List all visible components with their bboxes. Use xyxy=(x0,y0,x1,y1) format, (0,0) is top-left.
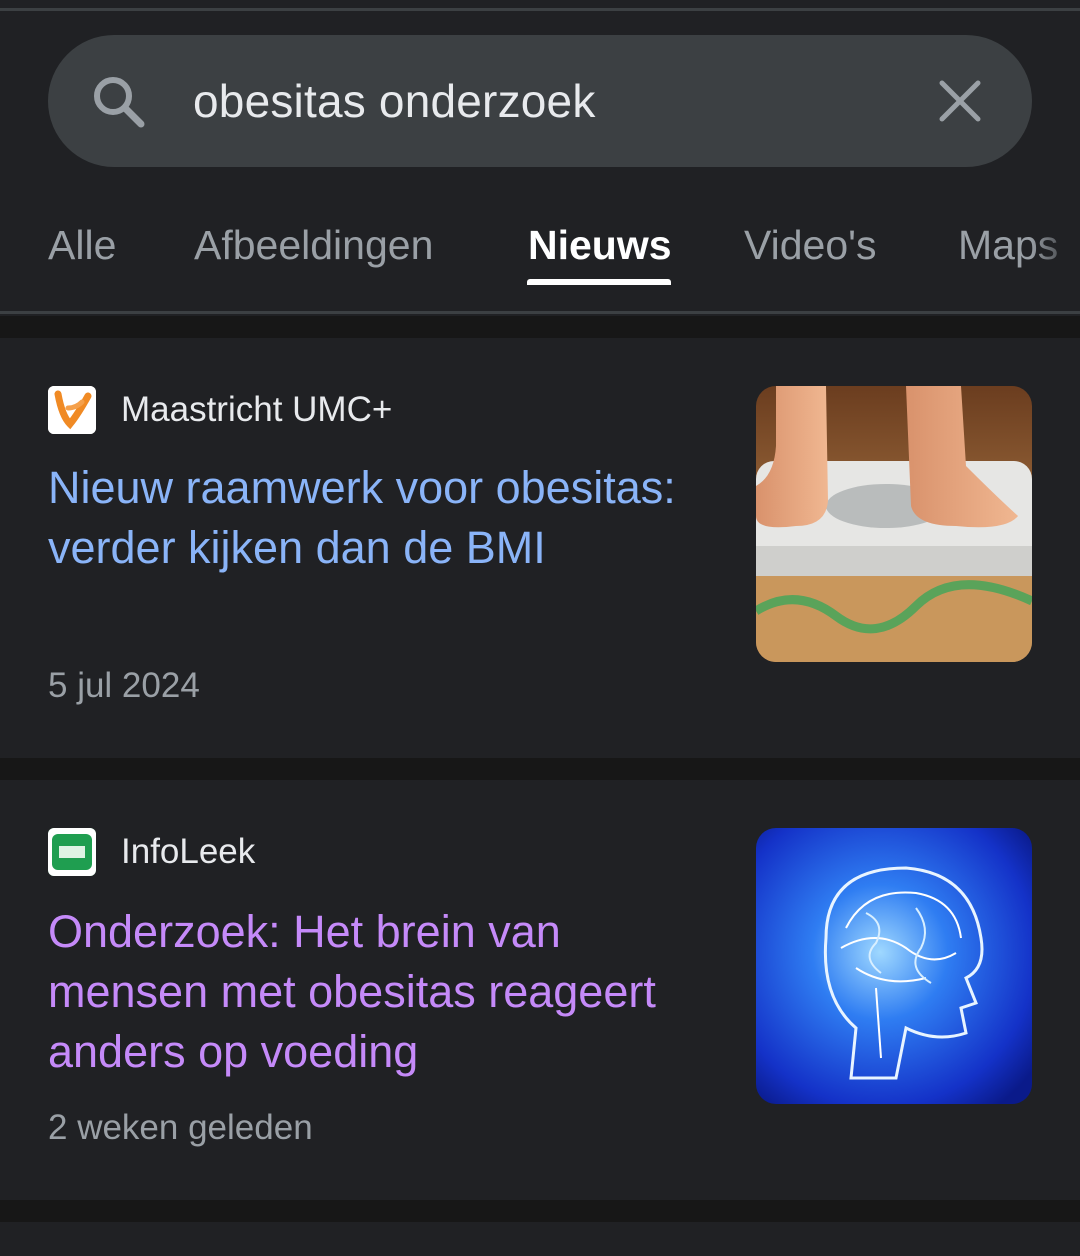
search-input[interactable]: obesitas onderzoek xyxy=(193,72,596,130)
tab-alle[interactable]: Alle xyxy=(48,220,116,270)
tab-nieuws[interactable]: Nieuws xyxy=(528,220,672,270)
infoleek-logo xyxy=(48,828,96,876)
result-thumbnail-brain[interactable] xyxy=(756,828,1032,1104)
active-tab-indicator xyxy=(527,279,671,285)
tab-videos[interactable]: Video's xyxy=(744,220,876,270)
maastricht-umc-logo xyxy=(48,386,96,434)
result-source: InfoLeek xyxy=(121,832,256,871)
search-icon[interactable] xyxy=(88,71,148,131)
result-headline-link[interactable]: Onderzoek: Het brein van mensen met obes… xyxy=(48,902,698,1082)
status-divider xyxy=(0,0,1080,11)
tab-afbeeldingen[interactable]: Afbeeldingen xyxy=(194,220,433,270)
news-result-card[interactable]: Maastricht UMC+ Nieuw raamwerk voor obes… xyxy=(0,338,1080,758)
news-result-card-partial xyxy=(0,1222,1080,1256)
search-tabs: Alle Afbeeldingen Nieuws Video's Maps xyxy=(0,190,1080,314)
close-icon[interactable] xyxy=(934,75,986,127)
result-date: 2 weken geleden xyxy=(48,1108,313,1147)
result-headline-link[interactable]: Nieuw raamwerk voor obesitas: verder kij… xyxy=(48,458,698,578)
section-separator xyxy=(0,1200,1080,1222)
tabs-fade-overlay xyxy=(1030,210,1080,280)
section-separator xyxy=(0,316,1080,338)
result-source: Maastricht UMC+ xyxy=(121,390,393,429)
news-result-card[interactable]: InfoLeek Onderzoek: Het brein van mensen… xyxy=(0,780,1080,1200)
section-separator xyxy=(0,758,1080,780)
result-thumbnail-scale[interactable] xyxy=(756,386,1032,662)
result-date: 5 jul 2024 xyxy=(48,666,200,705)
